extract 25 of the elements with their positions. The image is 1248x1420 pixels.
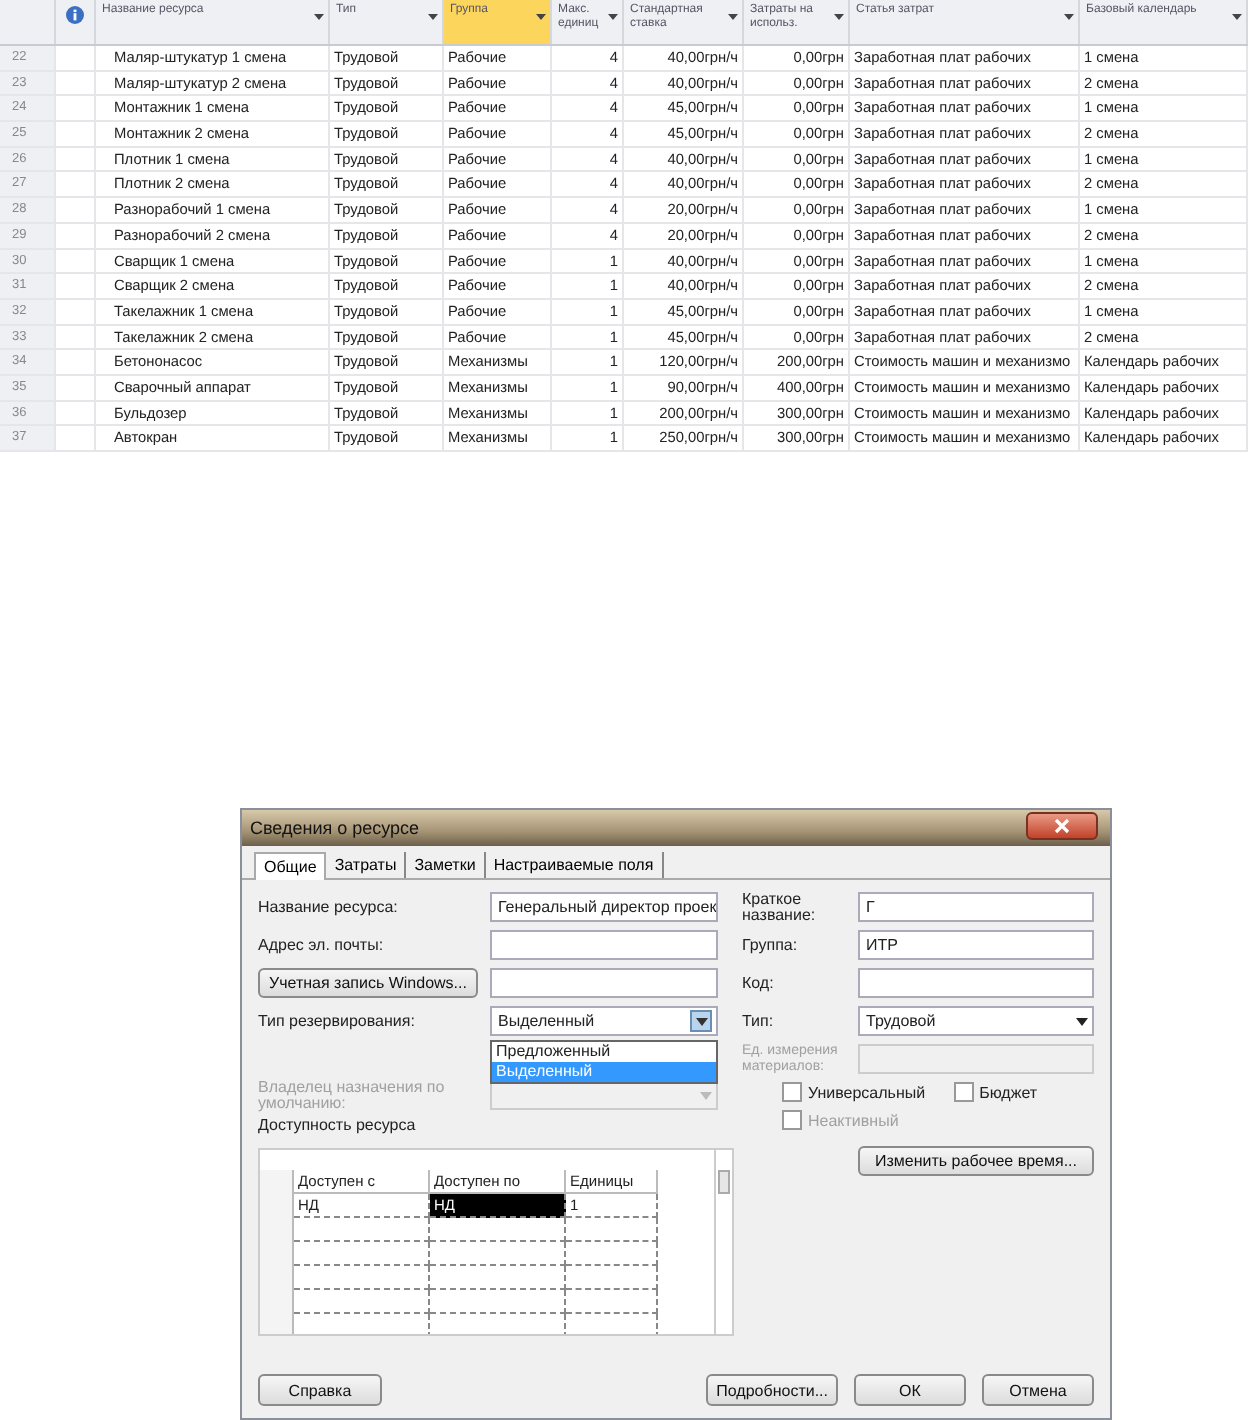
field-label: Краткое название: (742, 891, 818, 923)
field-label: Владелец назначения по умолчанию: (258, 1079, 447, 1111)
dropdown-option[interactable]: Предложенный (492, 1042, 716, 1062)
field-label: Адрес эл. почты: (258, 936, 386, 954)
input-field[interactable]: Генеральный директор проек (490, 892, 718, 922)
checkbox[interactable]: Бюджет (953, 1082, 1038, 1102)
field-label: Группа: (742, 937, 800, 953)
field-label: Название ресурса: (258, 898, 400, 916)
window-title: Сведения о ресурсе (250, 818, 420, 838)
help-button[interactable]: Справка (258, 1374, 382, 1406)
checkbox[interactable]: Универсальный (782, 1082, 926, 1102)
change-working-time-button[interactable]: Изменить рабочее время... (858, 1146, 1094, 1176)
windows-account-button[interactable]: Учетная запись Windows... (258, 968, 478, 998)
input-field[interactable]: Г (858, 892, 1094, 922)
input-field[interactable]: ИТР (858, 930, 1094, 960)
field-label: Тип: (742, 1013, 776, 1029)
dropdown-field[interactable]: Трудовой (858, 1006, 1094, 1036)
field-label: Тип резервирования: (258, 1012, 417, 1030)
section-label: Доступность ресурса (258, 1116, 418, 1134)
dialog-button[interactable]: Подробности... (706, 1374, 838, 1406)
field-label: Код: (742, 975, 776, 991)
dropdown-field[interactable]: Выделенный (490, 1006, 718, 1036)
dialog-button[interactable]: Отмена (982, 1374, 1094, 1406)
dialog-button[interactable]: ОК (854, 1374, 966, 1406)
tab[interactable]: Общие (254, 852, 327, 880)
